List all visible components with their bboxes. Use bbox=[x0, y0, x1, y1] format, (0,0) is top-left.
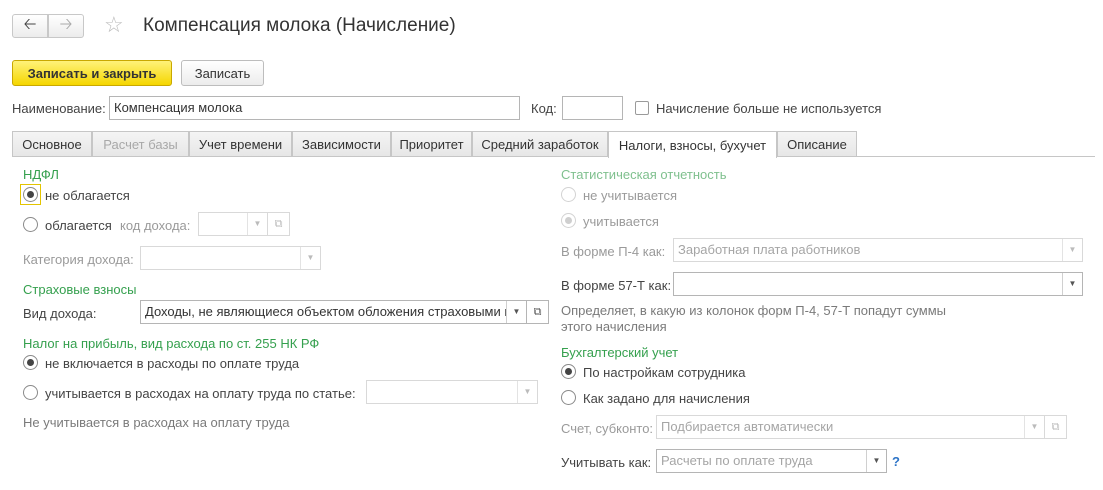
income-type-label: Вид дохода: bbox=[23, 306, 97, 321]
tab-description[interactable]: Описание bbox=[777, 131, 857, 157]
tab-dependencies[interactable]: Зависимости bbox=[292, 131, 391, 157]
chevron-down-icon: ▼ bbox=[517, 381, 537, 403]
tab-time-accounting[interactable]: Учет времени bbox=[189, 131, 292, 157]
profit-not-included-label: не включается в расходы по оплате труда bbox=[45, 356, 300, 371]
open-icon[interactable]: ⧉ bbox=[268, 212, 290, 236]
article-select[interactable]: ▼ bbox=[366, 380, 538, 404]
chevron-down-icon: ▼ bbox=[1062, 239, 1082, 261]
acc-by-employee-radio[interactable] bbox=[561, 364, 576, 379]
p4-select[interactable]: Заработная плата работников ▼ bbox=[673, 238, 1083, 262]
profit-tax-heading: Налог на прибыль, вид расхода по ст. 255… bbox=[23, 336, 320, 351]
unused-checkbox[interactable] bbox=[635, 101, 649, 115]
tab-priority[interactable]: Приоритет bbox=[391, 131, 472, 157]
unused-label: Начисление больше не используется bbox=[656, 101, 882, 116]
code-label: Код: bbox=[531, 101, 557, 116]
chevron-down-icon: ▼ bbox=[506, 301, 526, 323]
income-code-label: код дохода: bbox=[120, 218, 191, 233]
profit-tax-note: Не учитывается в расходах на оплату труд… bbox=[23, 415, 290, 430]
tab-divider bbox=[12, 156, 1095, 157]
ndfl-not-taxed-label: не облагается bbox=[45, 188, 130, 203]
p4-label: В форме П-4 как: bbox=[561, 244, 666, 259]
p4-value: Заработная плата работников bbox=[678, 242, 861, 257]
code-input[interactable] bbox=[562, 96, 623, 120]
account-select[interactable]: Подбирается автоматически ▼ bbox=[656, 415, 1045, 439]
statistics-heading: Статистическая отчетность bbox=[561, 167, 727, 182]
income-type-select[interactable]: Доходы, не являющиеся объектом обложения… bbox=[140, 300, 527, 324]
chevron-down-icon: ▼ bbox=[1024, 416, 1044, 438]
stat-counted-label: учитывается bbox=[583, 214, 659, 229]
stat-counted-radio[interactable] bbox=[561, 213, 576, 228]
t57-select[interactable]: ▼ bbox=[673, 272, 1083, 296]
acc-by-accrual-radio[interactable] bbox=[561, 390, 576, 405]
profit-included-radio[interactable] bbox=[23, 385, 38, 400]
income-code-select[interactable]: ▼ bbox=[198, 212, 268, 236]
help-link[interactable]: ? bbox=[892, 454, 900, 469]
page-title: Компенсация молока (Начисление) bbox=[143, 15, 456, 36]
acc-by-employee-label: По настройкам сотрудника bbox=[583, 365, 746, 380]
name-input[interactable]: Компенсация молока bbox=[109, 96, 520, 120]
ndfl-taxed-radio[interactable] bbox=[23, 217, 38, 232]
accounting-heading: Бухгалтерский учет bbox=[561, 345, 679, 360]
name-label: Наименование: bbox=[12, 101, 106, 116]
insurance-heading: Страховые взносы bbox=[23, 282, 137, 297]
open-icon[interactable]: ⧉ bbox=[1045, 415, 1067, 439]
ndfl-taxed-label: облагается bbox=[45, 218, 112, 233]
income-category-label: Категория дохода: bbox=[23, 252, 134, 267]
tab-taxes[interactable]: Налоги, взносы, бухучет bbox=[608, 131, 777, 158]
income-category-select[interactable]: ▼ bbox=[140, 246, 321, 270]
tab-base-calc[interactable]: Расчет базы bbox=[92, 131, 189, 157]
consider-as-select[interactable]: Расчеты по оплате труда ▼ bbox=[656, 449, 887, 473]
t57-label: В форме 57-Т как: bbox=[561, 278, 672, 293]
chevron-down-icon: ▼ bbox=[1062, 273, 1082, 295]
chevron-down-icon: ▼ bbox=[866, 450, 886, 472]
ndfl-not-taxed-radio[interactable] bbox=[23, 187, 38, 202]
tab-average-earnings[interactable]: Средний заработок bbox=[472, 131, 608, 157]
consider-as-label: Учитывать как: bbox=[561, 455, 652, 470]
stat-not-counted-radio[interactable] bbox=[561, 187, 576, 202]
statistics-note: Определяет, в какую из колонок форм П-4,… bbox=[561, 303, 947, 334]
arrow-right-icon: 🡢 bbox=[59, 15, 73, 33]
ndfl-heading: НДФЛ bbox=[23, 167, 59, 182]
open-icon[interactable]: ⧉ bbox=[527, 300, 549, 324]
acc-by-accrual-label: Как задано для начисления bbox=[583, 391, 750, 406]
stat-not-counted-label: не учитывается bbox=[583, 188, 677, 203]
chevron-down-icon: ▼ bbox=[247, 213, 267, 235]
profit-not-included-radio[interactable] bbox=[23, 355, 38, 370]
profit-included-label: учитывается в расходах на оплату труда п… bbox=[45, 386, 356, 401]
chevron-down-icon: ▼ bbox=[300, 247, 320, 269]
save-button[interactable]: Записать bbox=[181, 60, 264, 86]
account-placeholder: Подбирается автоматически bbox=[661, 419, 834, 434]
forward-button[interactable]: 🡢 bbox=[48, 14, 84, 38]
save-and-close-button[interactable]: Записать и закрыть bbox=[12, 60, 172, 86]
tab-main[interactable]: Основное bbox=[12, 131, 92, 157]
income-type-value: Доходы, не являющиеся объектом обложения… bbox=[145, 304, 527, 319]
consider-as-placeholder: Расчеты по оплате труда bbox=[661, 453, 813, 468]
back-button[interactable]: 🡠 bbox=[12, 14, 48, 38]
star-icon[interactable]: ☆ bbox=[104, 13, 124, 37]
account-label: Счет, субконто: bbox=[561, 421, 654, 436]
arrow-left-icon: 🡠 bbox=[23, 15, 37, 33]
